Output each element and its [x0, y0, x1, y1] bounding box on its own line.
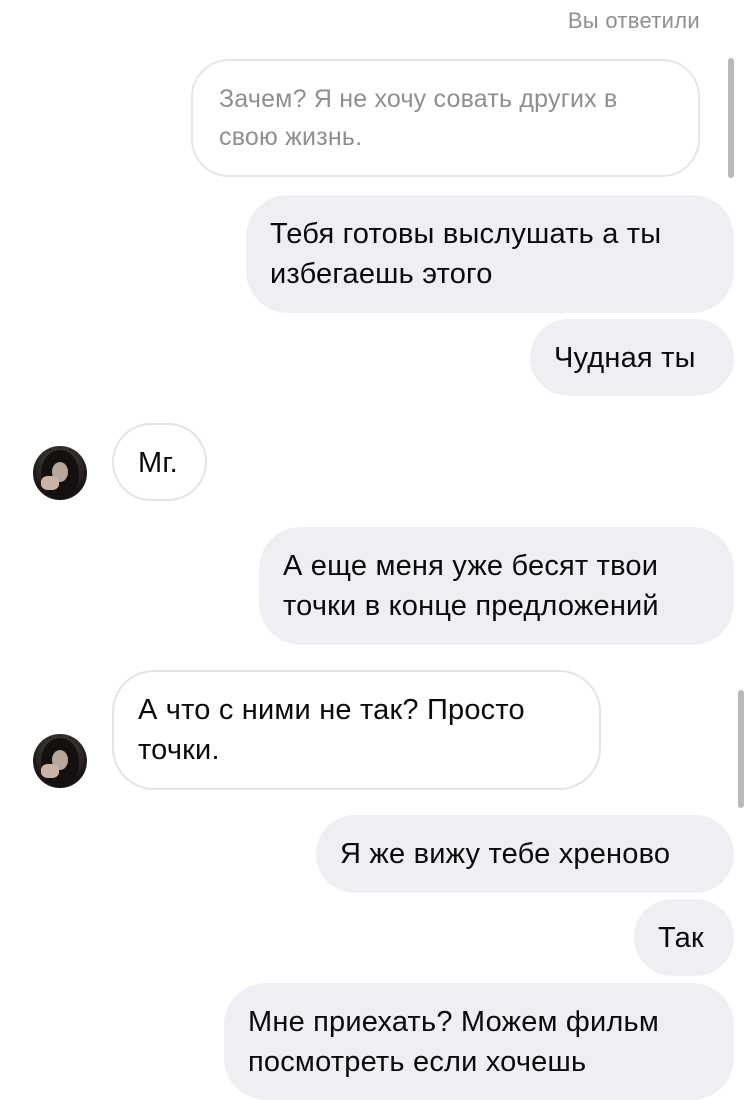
outgoing-message-bubble[interactable]: Я же вижу тебе хреново [316, 815, 734, 893]
outgoing-message-bubble[interactable]: А еще меня уже бесят твои точки в конце … [259, 527, 734, 645]
avatar-hand-shape [41, 476, 59, 490]
outgoing-message-bubble[interactable]: Так [634, 899, 734, 976]
incoming-message-bubble[interactable]: Мг. [112, 423, 207, 501]
incoming-message-bubble[interactable]: А что с ними не так? Просто точки. [112, 670, 601, 790]
avatar-hand-shape [41, 764, 59, 778]
outgoing-message-bubble[interactable]: Тебя готовы выслушать а ты избегаешь это… [246, 195, 734, 313]
reply-caption: Вы ответили [567, 8, 700, 33]
outgoing-message-bubble[interactable]: Мне приехать? Можем фильм посмотреть есл… [224, 983, 734, 1100]
scrollbar-thumb[interactable] [728, 58, 734, 178]
contact-avatar[interactable] [33, 734, 87, 788]
quoted-message-bubble[interactable]: Зачем? Я не хочу совать других в свою жи… [191, 59, 700, 177]
scrollbar-thumb[interactable] [738, 690, 744, 808]
outgoing-message-bubble[interactable]: Чудная ты [530, 319, 734, 396]
contact-avatar[interactable] [33, 446, 87, 500]
